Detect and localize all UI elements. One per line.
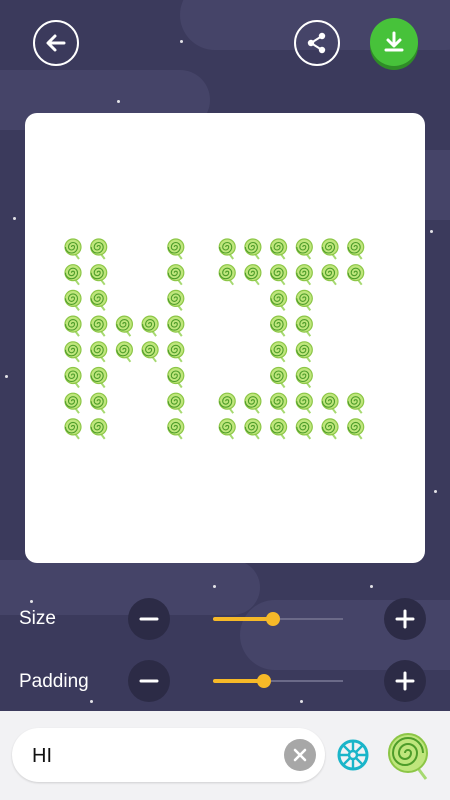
- lollipop-cell: [141, 340, 160, 363]
- bottom-toolbar: [0, 711, 450, 800]
- lollipop-cell: [295, 366, 314, 389]
- lollipop-cell: [64, 315, 82, 338]
- size-label: Size: [19, 608, 56, 629]
- download-button[interactable]: [370, 18, 418, 66]
- lollipop-cell: [89, 289, 108, 312]
- lollipop-cell: [321, 238, 339, 260]
- lollipop-cells: [64, 238, 365, 440]
- padding-increase-button[interactable]: [384, 660, 426, 702]
- clear-text-button[interactable]: [284, 739, 316, 771]
- emoji-art-preview: [25, 113, 425, 563]
- lollipop-cell: [166, 315, 185, 338]
- lollipop-cell: [295, 315, 314, 338]
- lollipop-cell: [89, 315, 108, 338]
- lollipop-cell: [243, 417, 262, 440]
- lollipop-cell: [346, 392, 365, 415]
- text-input-container: [12, 728, 325, 784]
- padding-slider[interactable]: [213, 671, 343, 691]
- lollipop-cell: [243, 238, 262, 260]
- lollipop-cell: [166, 340, 185, 363]
- lollipop-cell: [269, 263, 288, 286]
- lollipop-cell: [166, 392, 185, 415]
- lollipop-cell: [64, 417, 82, 440]
- lollipop-cell: [295, 417, 314, 440]
- download-icon: [384, 31, 404, 52]
- lollipop-cell: [89, 392, 108, 415]
- lollipop-cell: [269, 417, 288, 440]
- lollipop-icon: [388, 733, 428, 780]
- lollipop-cell: [269, 289, 288, 312]
- back-button[interactable]: [33, 20, 79, 66]
- lollipop-cell: [115, 340, 134, 363]
- share-button[interactable]: [294, 20, 340, 66]
- text-input[interactable]: [30, 728, 284, 784]
- size-increase-button[interactable]: [384, 598, 426, 640]
- lollipop-text-grid: [64, 238, 365, 440]
- emoji-select-button[interactable]: [386, 731, 432, 781]
- lollipop-cell: [89, 263, 108, 286]
- lollipop-cell: [269, 315, 288, 338]
- padding-decrease-button[interactable]: [128, 660, 170, 702]
- lollipop-cell: [64, 340, 82, 363]
- lollipop-cell: [115, 315, 134, 338]
- lollipop-cell: [141, 315, 160, 338]
- minus-icon: [139, 617, 159, 621]
- lollipop-cell: [166, 289, 185, 312]
- plus-icon: [395, 671, 415, 691]
- padding-label: Padding: [19, 671, 89, 692]
- lollipop-cell: [346, 238, 365, 260]
- share-icon: [307, 32, 326, 54]
- lollipop-cell: [64, 238, 82, 260]
- lollipop-cell: [321, 392, 339, 415]
- size-decrease-button[interactable]: [128, 598, 170, 640]
- arrow-left-icon: [46, 34, 66, 52]
- close-icon: [293, 748, 307, 762]
- lollipop-cell: [64, 263, 82, 286]
- lollipop-cell: [243, 263, 262, 286]
- lollipop-cell: [295, 340, 314, 363]
- lollipop-cell: [321, 263, 339, 286]
- lollipop-cell: [89, 238, 108, 260]
- lollipop-cell: [269, 238, 288, 260]
- lollipop-cell: [269, 392, 288, 415]
- lollipop-cell: [346, 263, 365, 286]
- lollipop-cell: [218, 238, 237, 260]
- lollipop-cell: [243, 392, 262, 415]
- lollipop-cell: [64, 392, 82, 415]
- lollipop-cell: [89, 366, 108, 389]
- color-wheel-icon: [337, 739, 369, 771]
- size-slider-thumb[interactable]: [265, 612, 280, 626]
- lollipop-cell: [218, 392, 237, 415]
- lollipop-cell: [64, 289, 82, 312]
- lollipop-cell: [166, 417, 185, 440]
- lollipop-cell: [295, 289, 314, 312]
- top-bar: [0, 0, 450, 90]
- lollipop-cell: [269, 366, 288, 389]
- minus-icon: [139, 679, 159, 683]
- lollipop-cell: [295, 392, 314, 415]
- lollipop-cell: [166, 238, 185, 260]
- lollipop-cell: [166, 366, 185, 389]
- lollipop-cell: [218, 417, 237, 440]
- padding-slider-thumb[interactable]: [256, 674, 271, 688]
- background-cloud: [0, 560, 260, 615]
- lollipop-cell: [346, 417, 365, 440]
- lollipop-cell: [64, 366, 82, 389]
- lollipop-cell: [166, 263, 185, 286]
- lollipop-cell: [269, 340, 288, 363]
- lollipop-cell: [89, 417, 108, 440]
- lollipop-cell: [89, 340, 108, 363]
- lollipop-cell: [321, 417, 339, 440]
- lollipop-cell: [295, 238, 314, 260]
- size-slider[interactable]: [213, 609, 343, 629]
- lollipop-cell: [218, 263, 237, 286]
- plus-icon: [395, 609, 415, 629]
- color-palette-button[interactable]: [336, 738, 370, 772]
- lollipop-cell: [295, 263, 314, 286]
